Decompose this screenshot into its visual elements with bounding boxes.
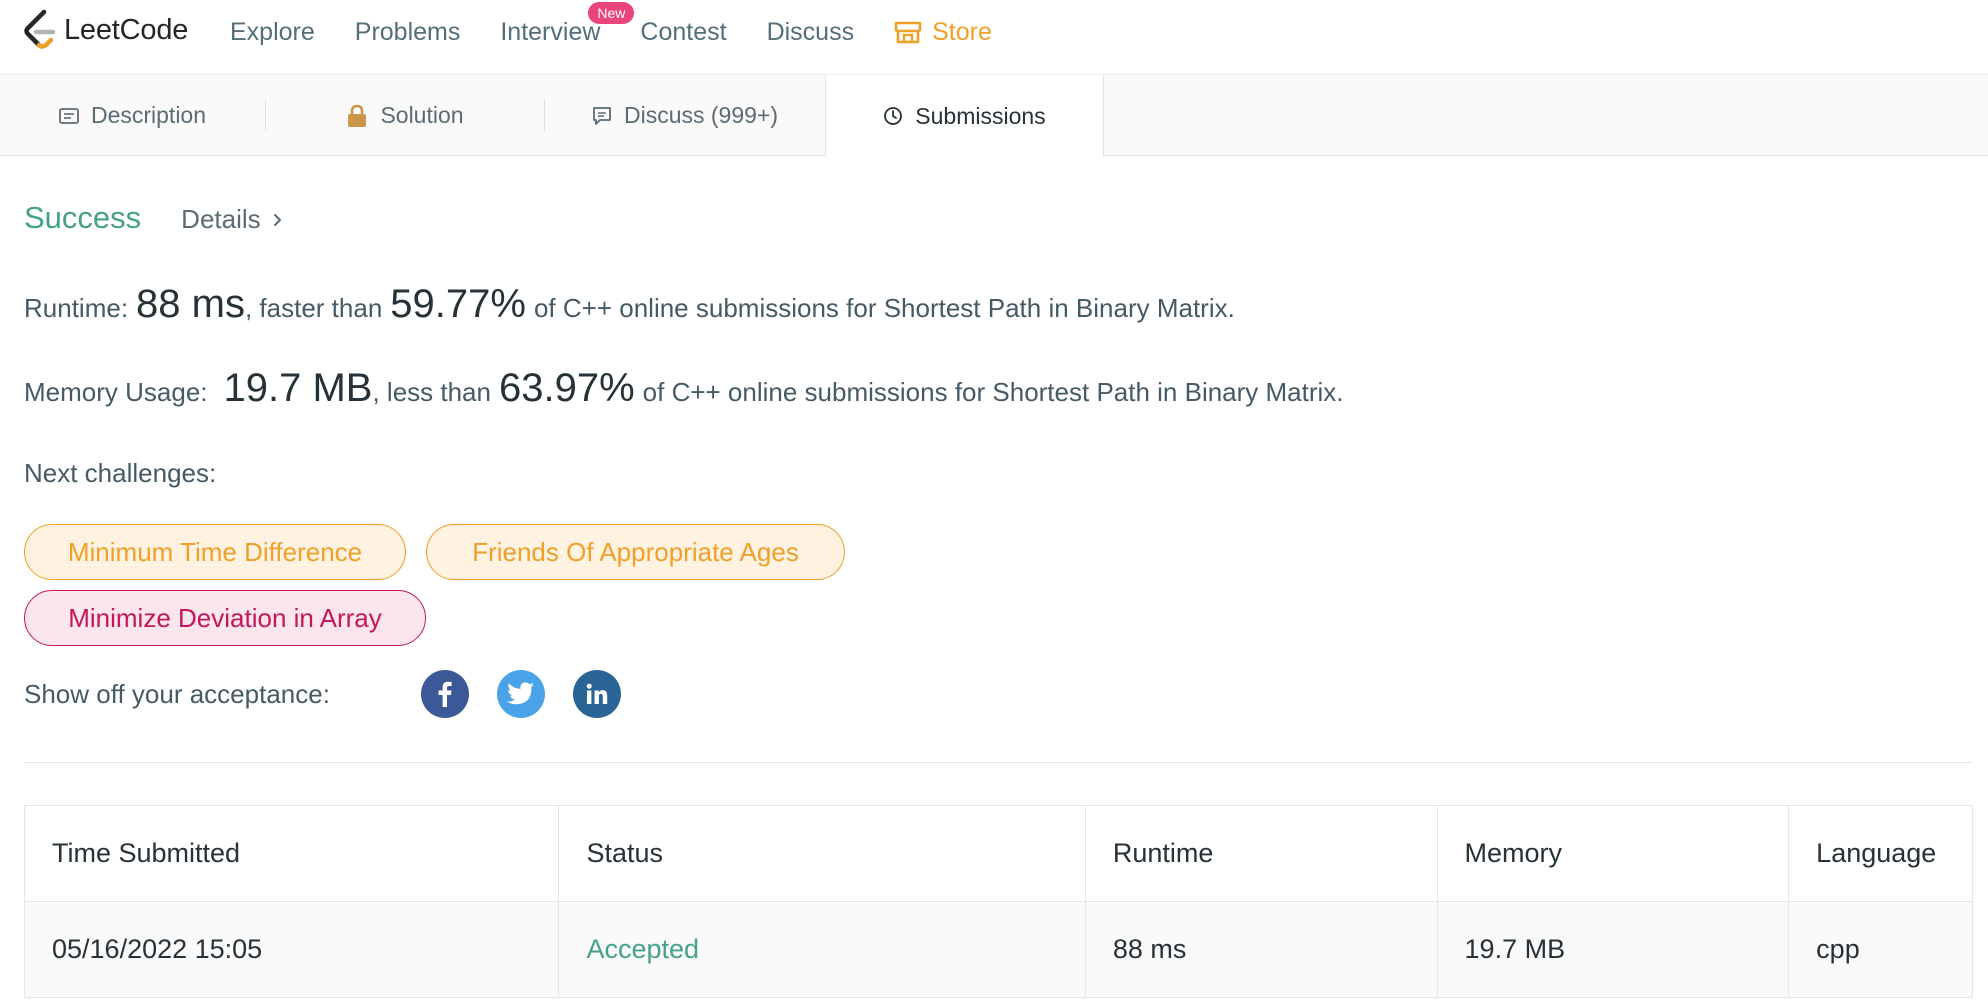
nav-interview[interactable]: Interview New bbox=[500, 1, 635, 47]
details-label: Details bbox=[181, 204, 261, 234]
cell-memory: 19.7 MB bbox=[1438, 902, 1790, 997]
problem-tabbar: Description Solution Discuss (999+) Subm… bbox=[0, 75, 1988, 157]
nav-problems[interactable]: Problems bbox=[355, 18, 461, 47]
challenge-chip-medium[interactable]: Friends Of Appropriate Ages bbox=[426, 524, 845, 580]
memory-percent: 63.97% bbox=[498, 366, 635, 410]
column-header[interactable]: Time Submitted bbox=[25, 806, 560, 901]
column-header[interactable]: Language bbox=[1789, 806, 1972, 901]
comment-icon bbox=[593, 106, 611, 125]
table-row: 05/16/2022 15:05 Accepted 88 ms 19.7 MB … bbox=[25, 902, 1972, 998]
tab-description-label: Description bbox=[90, 102, 207, 128]
share-label: Show off your acceptance: bbox=[24, 679, 330, 709]
facebook-icon bbox=[438, 681, 452, 707]
result-header: Success Details bbox=[24, 200, 283, 236]
nav-links: Explore Problems Interview New Contest D… bbox=[230, 1, 1032, 50]
runtime-stat: Runtime: 88 ms , faster than 59.77% of C… bbox=[24, 282, 1235, 327]
nav-store[interactable]: Store bbox=[894, 18, 992, 47]
submissions-table: Time Submitted Status Runtime Memory Lan… bbox=[24, 805, 1973, 998]
nav-discuss[interactable]: Discuss bbox=[767, 18, 855, 47]
column-header[interactable]: Status bbox=[559, 806, 1086, 901]
tab-discuss-label: Discuss (999+) bbox=[623, 102, 779, 128]
challenge-chip-hard[interactable]: Minimize Deviation in Array bbox=[24, 590, 426, 646]
twitter-share-button[interactable] bbox=[497, 670, 545, 718]
facebook-share-button[interactable] bbox=[421, 670, 469, 718]
twitter-icon bbox=[507, 682, 534, 705]
memory-stat: Memory Usage: 19.7 MB , less than 63.97%… bbox=[24, 366, 1344, 411]
leetcode-logo-icon bbox=[24, 9, 56, 49]
details-link[interactable]: Details bbox=[181, 204, 282, 235]
leetcode-logo[interactable]: LeetCode bbox=[22, 9, 188, 51]
tab-discuss[interactable]: Discuss (999+) bbox=[545, 75, 825, 156]
store-icon bbox=[894, 21, 922, 44]
description-icon bbox=[59, 107, 79, 124]
cell-runtime: 88 ms bbox=[1086, 902, 1438, 997]
tab-solution-label: Solution bbox=[380, 102, 464, 128]
logo-text: LeetCode bbox=[64, 13, 189, 46]
chevron-right-icon bbox=[273, 213, 281, 226]
runtime-percent: 59.77% bbox=[390, 282, 526, 326]
status-accepted-link[interactable]: Accepted bbox=[586, 934, 699, 965]
runtime-label: Runtime: bbox=[24, 293, 129, 323]
nav-store-label: Store bbox=[932, 17, 992, 46]
cell-status: Accepted bbox=[559, 902, 1086, 997]
runtime-mid: , faster than bbox=[244, 293, 383, 323]
tab-submissions[interactable]: Submissions bbox=[825, 75, 1104, 157]
table-header-row: Time Submitted Status Runtime Memory Lan… bbox=[25, 806, 1972, 902]
linkedin-share-button[interactable] bbox=[573, 670, 621, 718]
linkedin-icon bbox=[586, 683, 608, 704]
memory-value: 19.7 MB bbox=[223, 366, 373, 410]
memory-suffix: of C++ online submissions for Shortest P… bbox=[642, 377, 1344, 407]
clock-icon bbox=[884, 107, 903, 125]
cell-language: cpp bbox=[1816, 934, 1860, 964]
column-header[interactable]: Memory bbox=[1438, 806, 1790, 901]
tab-description[interactable]: Description bbox=[0, 75, 265, 156]
section-divider bbox=[24, 762, 1972, 763]
challenge-chip-medium[interactable]: Minimum Time Difference bbox=[24, 524, 406, 580]
tab-solution[interactable]: Solution bbox=[266, 75, 544, 156]
memory-mid: , less than bbox=[372, 377, 491, 407]
top-navbar: LeetCode Explore Problems Interview New … bbox=[0, 0, 1988, 75]
runtime-value: 88 ms bbox=[136, 282, 245, 326]
tab-submissions-label: Submissions bbox=[915, 102, 1046, 129]
memory-label: Memory Usage: bbox=[24, 377, 208, 407]
status-success: Success bbox=[24, 200, 142, 235]
nav-contest[interactable]: Contest bbox=[640, 18, 726, 47]
column-header[interactable]: Runtime bbox=[1086, 806, 1438, 901]
lock-icon bbox=[348, 104, 367, 127]
nav-explore[interactable]: Explore bbox=[230, 18, 315, 47]
nav-interview-label: Interview bbox=[500, 17, 601, 46]
runtime-suffix: of C++ online submissions for Shortest P… bbox=[533, 293, 1235, 323]
cell-time-submitted: 05/16/2022 15:05 bbox=[25, 902, 560, 997]
new-badge: New bbox=[588, 1, 635, 24]
next-challenges-label: Next challenges: bbox=[24, 458, 217, 488]
